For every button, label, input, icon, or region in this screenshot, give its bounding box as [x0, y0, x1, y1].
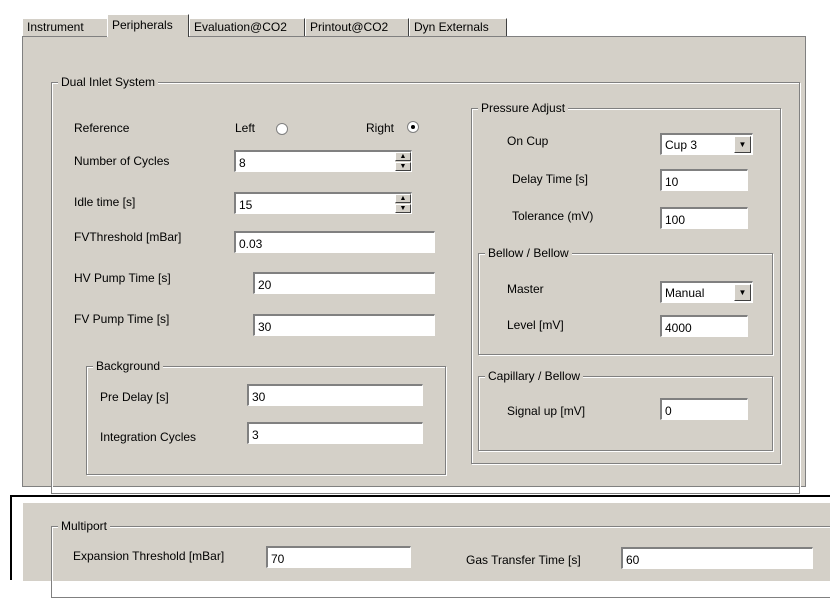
pre-delay-input[interactable]: 30 — [247, 384, 423, 406]
integration-label: Integration Cycles — [100, 430, 197, 444]
integration-input[interactable]: 3 — [247, 422, 423, 444]
integration-value: 3 — [252, 428, 259, 442]
level-value: 4000 — [665, 321, 692, 335]
expansion-value: 70 — [271, 552, 285, 566]
tab-peripherals[interactable]: Peripherals — [107, 14, 189, 37]
tab-instrument[interactable]: Instrument — [22, 18, 108, 36]
tolerance-input[interactable]: 100 — [660, 207, 748, 229]
hv-pump-value: 20 — [258, 278, 272, 292]
signal-up-value: 0 — [665, 404, 672, 418]
idle-label: Idle time [s] — [74, 195, 136, 209]
delay-time-input[interactable]: 10 — [660, 169, 748, 191]
left-label: Left — [235, 121, 256, 135]
spin-up-icon[interactable]: ▲ — [395, 194, 411, 203]
signal-up-input[interactable]: 0 — [660, 398, 748, 420]
tab-printout[interactable]: Printout@CO2 — [305, 18, 409, 36]
chevron-down-icon[interactable]: ▼ — [734, 284, 751, 301]
master-label: Master — [507, 282, 544, 296]
tab-evaluation[interactable]: Evaluation@CO2 — [189, 18, 305, 36]
fv-pump-value: 30 — [258, 320, 272, 334]
left-radio[interactable] — [276, 123, 288, 135]
radio-selected-dot — [411, 125, 415, 129]
reference-label: Reference — [74, 121, 130, 135]
tab-label: Dyn Externals — [414, 20, 489, 34]
level-input[interactable]: 4000 — [660, 315, 748, 337]
gas-transfer-label: Gas Transfer Time [s] — [466, 553, 581, 567]
gas-transfer-value: 60 — [626, 553, 640, 567]
on-cup-value: Cup 3 — [665, 138, 698, 152]
gas-transfer-input[interactable]: 60 — [621, 547, 813, 569]
chevron-down-icon[interactable]: ▼ — [734, 136, 751, 153]
pressure-adjust-title: Pressure Adjust — [478, 101, 569, 115]
right-label: Right — [366, 121, 395, 135]
on-cup-label: On Cup — [507, 134, 549, 148]
cycles-spin: ▲ ▼ — [395, 152, 411, 171]
pre-delay-label: Pre Delay [s] — [100, 390, 169, 404]
idle-spin: ▲ ▼ — [395, 194, 411, 213]
tolerance-label: Tolerance (mV) — [512, 209, 594, 223]
expansion-label: Expansion Threshold [mBar] — [73, 549, 225, 563]
fv-pump-input[interactable]: 30 — [253, 314, 435, 336]
bellow-title: Bellow / Bellow — [485, 246, 572, 260]
fv-threshold-label: FVThreshold [mBar] — [74, 230, 182, 244]
cycles-value: 8 — [239, 156, 246, 170]
fv-pump-label: FV Pump Time [s] — [74, 312, 170, 326]
cycles-stepper[interactable]: 8 ▲ ▼ — [234, 150, 412, 172]
background-title: Background — [93, 359, 164, 373]
hv-pump-label: HV Pump Time [s] — [74, 271, 171, 285]
master-select[interactable]: Manual ▼ — [660, 281, 753, 303]
delay-time-label: Delay Time [s] — [512, 172, 589, 186]
tab-label: Peripherals — [112, 18, 173, 32]
tolerance-value: 100 — [665, 213, 686, 227]
idle-stepper[interactable]: 15 ▲ ▼ — [234, 192, 412, 214]
spin-down-icon[interactable]: ▼ — [395, 162, 411, 171]
level-label: Level [mV] — [507, 318, 564, 332]
multiport-title: Multiport — [58, 519, 111, 533]
signal-up-label: Signal up [mV] — [507, 404, 586, 418]
expansion-input[interactable]: 70 — [266, 546, 411, 568]
tab-label: Printout@CO2 — [310, 20, 389, 34]
background-group: Background — [86, 359, 446, 475]
spin-down-icon[interactable]: ▼ — [395, 204, 411, 213]
master-value: Manual — [665, 286, 705, 300]
bellow-group: Bellow / Bellow — [478, 246, 773, 355]
right-radio[interactable] — [407, 121, 419, 133]
spin-up-icon[interactable]: ▲ — [395, 152, 411, 161]
peripherals-panel: Dual Inlet System Reference Left Right N… — [22, 36, 806, 494]
fv-threshold-value: 0.03 — [239, 237, 263, 251]
idle-value: 15 — [239, 198, 253, 212]
tab-label: Evaluation@CO2 — [194, 20, 287, 34]
hv-pump-input[interactable]: 20 — [253, 272, 435, 294]
delay-time-value: 10 — [665, 175, 679, 189]
multiport-panel: Multiport Expansion Threshold [mBar] 70 … — [22, 502, 830, 598]
tab-label: Instrument — [27, 20, 84, 34]
cycles-label: Number of Cycles — [74, 154, 170, 168]
pre-delay-value: 30 — [252, 390, 266, 404]
on-cup-select[interactable]: Cup 3 ▼ — [660, 133, 753, 155]
tab-dyn-externals[interactable]: Dyn Externals — [409, 18, 507, 36]
dual-inlet-title: Dual Inlet System — [58, 75, 159, 89]
fv-threshold-input[interactable]: 0.03 — [234, 231, 435, 253]
capillary-title: Capillary / Bellow — [485, 369, 584, 383]
